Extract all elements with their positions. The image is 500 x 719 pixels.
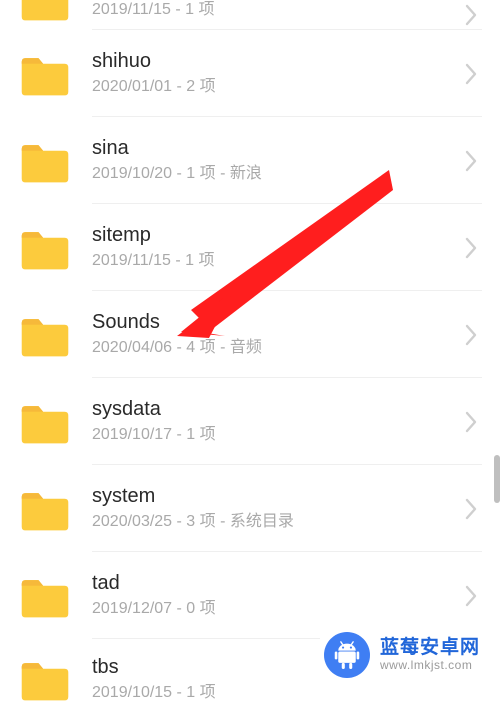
- folder-row[interactable]: tad 2019/12/07 - 0 项: [0, 552, 500, 639]
- folder-meta: system 2020/03/25 - 3 项 - 系统目录: [92, 465, 482, 552]
- folder-icon: [18, 221, 72, 275]
- folder-meta: sitemp 2019/11/15 - 1 项: [92, 204, 482, 291]
- folder-meta: Sounds 2020/04/06 - 4 项 - 音频: [92, 291, 482, 378]
- folder-detail: 2019/10/15 - 1 项: [92, 683, 448, 704]
- chevron-right-icon: [462, 152, 480, 170]
- chevron-right-icon: [462, 413, 480, 431]
- watermark-text: 蓝莓安卓网 www.lmkjst.com: [380, 637, 480, 673]
- folder-name: system: [92, 484, 448, 508]
- folder-row[interactable]: 2019/11/15 - 1 项: [0, 0, 500, 30]
- folder-list: 2019/11/15 - 1 项 shihuo 2020/01/01 - 2 项…: [0, 0, 500, 719]
- android-icon: [324, 632, 370, 678]
- folder-row[interactable]: sysdata 2019/10/17 - 1 项: [0, 378, 500, 465]
- folder-detail: 2019/11/15 - 1 项: [92, 0, 448, 21]
- folder-detail: 2019/10/20 - 1 项 - 新浪: [92, 164, 448, 185]
- watermark-url: www.lmkjst.com: [380, 659, 480, 673]
- folder-meta: sina 2019/10/20 - 1 项 - 新浪: [92, 117, 482, 204]
- folder-name: sysdata: [92, 397, 448, 421]
- folder-name: shihuo: [92, 49, 448, 73]
- folder-name: sitemp: [92, 223, 448, 247]
- folder-name: tad: [92, 571, 448, 595]
- scrollbar-thumb[interactable]: [494, 455, 500, 503]
- folder-detail: 2020/01/01 - 2 项: [92, 77, 448, 98]
- folder-row[interactable]: sina 2019/10/20 - 1 项 - 新浪: [0, 117, 500, 204]
- folder-icon: [18, 134, 72, 188]
- folder-icon: [18, 308, 72, 362]
- folder-row[interactable]: system 2020/03/25 - 3 项 - 系统目录: [0, 465, 500, 552]
- watermark-title: 蓝莓安卓网: [380, 637, 480, 659]
- folder-detail: 2019/12/07 - 0 项: [92, 599, 448, 620]
- chevron-right-icon: [462, 6, 480, 24]
- folder-icon: [18, 482, 72, 536]
- folder-name: Sounds: [92, 310, 448, 334]
- folder-icon: [18, 395, 72, 449]
- folder-detail: 2019/10/17 - 1 项: [92, 425, 448, 446]
- chevron-right-icon: [462, 239, 480, 257]
- chevron-right-icon: [462, 500, 480, 518]
- folder-detail: 2020/03/25 - 3 项 - 系统目录: [92, 512, 448, 533]
- watermark: 蓝莓安卓网 www.lmkjst.com: [320, 628, 486, 680]
- folder-icon: [18, 652, 72, 706]
- folder-row[interactable]: Sounds 2020/04/06 - 4 项 - 音频: [0, 291, 500, 378]
- folder-detail: 2019/11/15 - 1 项: [92, 251, 448, 272]
- folder-meta: tad 2019/12/07 - 0 项: [92, 552, 482, 639]
- chevron-right-icon: [462, 65, 480, 83]
- chevron-right-icon: [462, 587, 480, 605]
- folder-meta: 2019/11/15 - 1 项: [92, 0, 482, 30]
- folder-icon: [18, 569, 72, 623]
- folder-icon: [18, 47, 72, 101]
- folder-detail: 2020/04/06 - 4 项 - 音频: [92, 338, 448, 359]
- folder-meta: shihuo 2020/01/01 - 2 项: [92, 30, 482, 117]
- folder-row[interactable]: shihuo 2020/01/01 - 2 项: [0, 30, 500, 117]
- folder-meta: sysdata 2019/10/17 - 1 项: [92, 378, 482, 465]
- folder-name: sina: [92, 136, 448, 160]
- folder-icon: [18, 0, 72, 30]
- chevron-right-icon: [462, 326, 480, 344]
- folder-row[interactable]: sitemp 2019/11/15 - 1 项: [0, 204, 500, 291]
